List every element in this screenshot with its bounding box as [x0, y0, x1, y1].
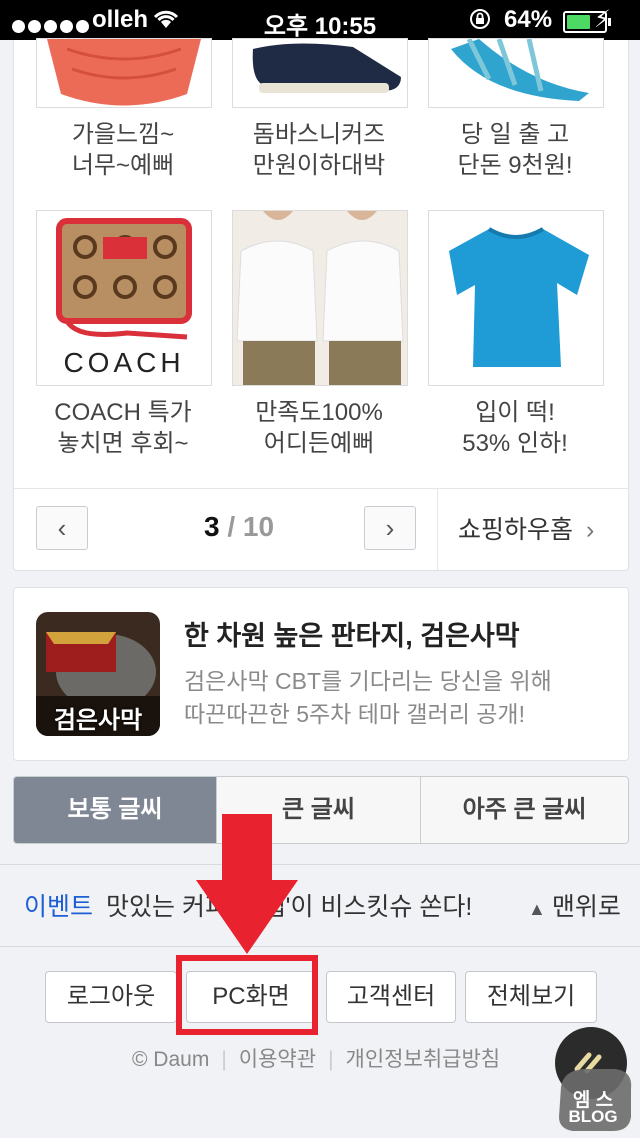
charging-icon: ⚡ — [594, 6, 611, 33]
view-all-button[interactable]: 전체보기 — [465, 971, 597, 1023]
badge-text: BLOG — [568, 1107, 618, 1126]
product-caption[interactable]: 당 일 출 고 단돈 9천원! — [417, 119, 613, 181]
privacy-link[interactable]: 개인정보취급방침 — [346, 1048, 501, 1071]
product-caption[interactable]: 입이 떡! 53% 인하! — [417, 397, 613, 459]
divider — [14, 488, 628, 489]
battery-percent: 64% — [504, 6, 553, 33]
divider — [0, 946, 640, 947]
back-to-top-link[interactable]: ▲ 맨위로 — [528, 887, 621, 923]
product-image-sweater[interactable] — [36, 38, 212, 108]
product-caption[interactable]: 가을느낌~ 너무~예뻐 — [25, 119, 221, 181]
ad-thumbnail-text: 검은사막 — [53, 707, 143, 734]
annotation-highlight-box — [176, 955, 318, 1035]
font-size-selector: 보통 글씨 큰 글씨 아주 큰 글씨 — [13, 776, 629, 844]
copyright-text: © Daum — [132, 1048, 210, 1071]
terms-link[interactable]: 이용약관 — [239, 1048, 316, 1071]
prev-page-button[interactable]: ‹ — [36, 506, 88, 550]
product-caption[interactable]: 돔바스니커즈 만원이하대박 — [221, 119, 417, 181]
ad-description: 검은사막 CBT를 기다리는 당신을 위해 — [184, 668, 552, 694]
ad-title[interactable]: 한 차원 높은 판타지, 검은사막 — [184, 614, 520, 653]
shopping-card: 가을느낌~ 너무~예뻐 돔바스니커즈 만원이하대박 당 일 출 고 단돈 9천원! C… — [13, 38, 629, 571]
product-image-sandals[interactable] — [428, 38, 604, 108]
coach-logo: COACH — [63, 347, 185, 378]
chevron-left-icon: ‹ — [57, 513, 67, 543]
status-bar: olleh 오후 10:55 64% ⚡ — [0, 0, 640, 40]
product-caption[interactable]: 만족도100% 어디든예뻐 — [221, 397, 417, 459]
product-image-coach-wallet[interactable]: COACH — [36, 210, 212, 386]
annotation-arrow-icon — [196, 814, 298, 959]
product-image-sneakers[interactable] — [232, 38, 408, 108]
divider — [437, 488, 438, 570]
event-label[interactable]: 이벤트 — [24, 887, 93, 923]
shopping-home-link[interactable]: 쇼핑하우홈 › — [458, 510, 594, 546]
page-indicator: 3 / 10 — [203, 511, 275, 542]
next-page-button[interactable]: › — [364, 506, 416, 550]
product-image-tshirt[interactable] — [428, 210, 604, 386]
blog-watermark: 엠 스 BLOG — [553, 1025, 633, 1133]
font-size-xlarge[interactable]: 아주 큰 글씨 — [421, 777, 628, 843]
product-image-blouse[interactable] — [232, 210, 408, 386]
font-size-normal[interactable]: 보통 글씨 — [14, 777, 216, 843]
arrow-up-icon: ▲ — [528, 899, 546, 919]
logout-button[interactable]: 로그아웃 — [45, 971, 177, 1023]
chevron-right-icon: › — [585, 516, 595, 544]
chevron-right-icon: › — [385, 513, 395, 543]
divider — [0, 864, 640, 865]
rotation-lock-icon — [468, 7, 492, 38]
ad-banner[interactable]: 검은사막 한 차원 높은 판타지, 검은사막 검은사막 CBT를 기다리는 당신… — [13, 587, 629, 761]
ad-thumbnail[interactable]: 검은사막 — [36, 612, 160, 736]
customer-center-button[interactable]: 고객센터 — [326, 971, 456, 1023]
ad-description: 따끈따끈한 5주차 테마 갤러리 공개! — [184, 701, 525, 727]
footer-links: © Daum | 이용약관 | 개인정보취급방침 — [132, 1048, 501, 1071]
product-caption[interactable]: COACH 특가 놓치면 후회~ — [25, 397, 221, 459]
